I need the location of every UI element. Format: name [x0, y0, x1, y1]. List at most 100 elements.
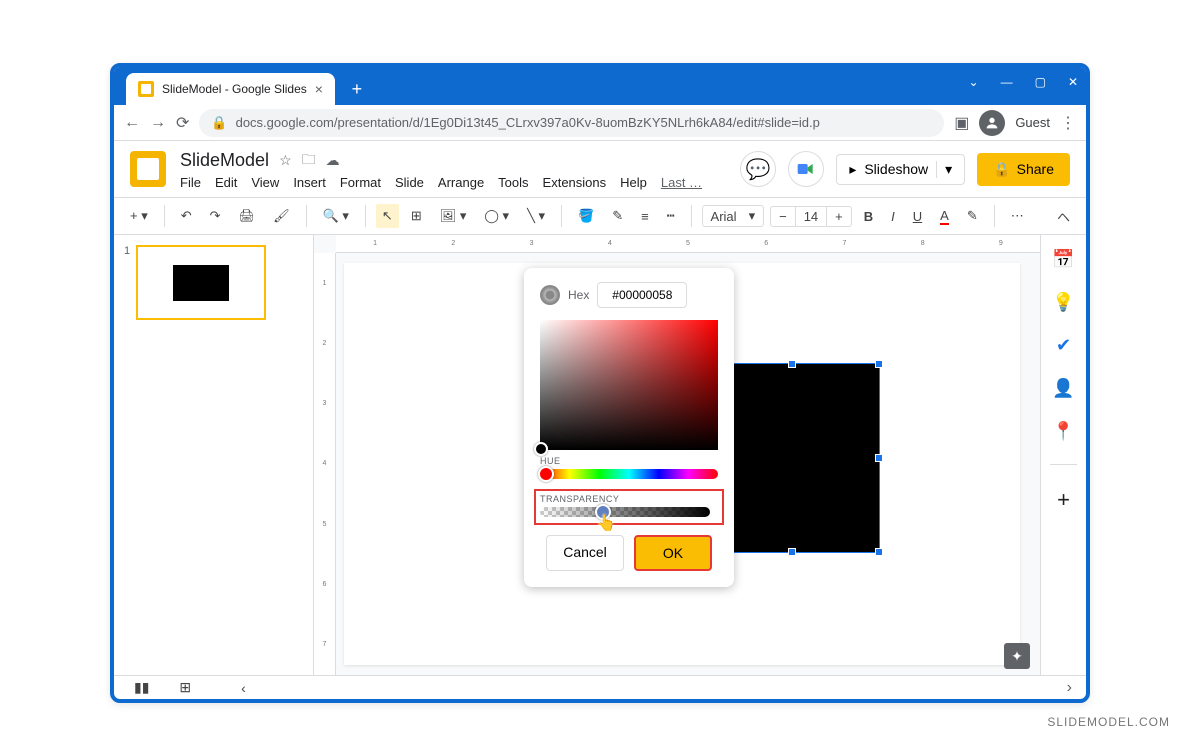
- print-button[interactable]: 🖨: [233, 204, 262, 228]
- select-tool[interactable]: ↖: [376, 204, 399, 228]
- border-color-button[interactable]: ✎: [606, 204, 629, 228]
- menu-arrange[interactable]: Arrange: [438, 175, 484, 190]
- guest-label: Guest: [1015, 115, 1050, 130]
- border-weight-button[interactable]: ≡: [635, 205, 655, 228]
- collapse-panel-icon[interactable]: ‹: [241, 680, 246, 696]
- browser-window: SlideModel - Google Slides × + ⌄ — ▢ ✕ ←…: [110, 63, 1090, 703]
- maps-icon[interactable]: 📍: [1052, 421, 1074, 442]
- ruler-vertical: 1234567: [314, 253, 336, 675]
- increase-font[interactable]: +: [827, 207, 851, 226]
- hue-slider[interactable]: [540, 469, 718, 479]
- text-color-button[interactable]: A: [934, 204, 955, 229]
- play-icon: ▸: [849, 161, 856, 178]
- show-side-panel-icon[interactable]: ›: [1067, 679, 1072, 696]
- transparency-slider[interactable]: 👆: [540, 507, 710, 517]
- hex-input[interactable]: [597, 282, 687, 308]
- star-icon[interactable]: ☆: [279, 152, 292, 169]
- move-icon[interactable]: 🗀: [302, 149, 316, 173]
- close-tab-icon[interactable]: ×: [315, 81, 323, 97]
- bold-button[interactable]: B: [858, 205, 879, 228]
- keep-icon[interactable]: 💡: [1052, 292, 1074, 313]
- window-controls: ⌄ — ▢ ✕: [969, 75, 1078, 89]
- chevron-down-icon[interactable]: ▾: [936, 161, 952, 178]
- more-toolbar-button[interactable]: ⋯: [1005, 204, 1030, 228]
- italic-button[interactable]: I: [885, 205, 901, 228]
- minimize-icon[interactable]: —: [1001, 75, 1013, 89]
- close-window-icon[interactable]: ✕: [1068, 75, 1078, 89]
- slide-panel[interactable]: 1: [114, 235, 314, 675]
- back-icon[interactable]: ←: [124, 114, 140, 132]
- undo-button[interactable]: ↶: [175, 204, 198, 228]
- watermark: SLIDEMODEL.COM: [1047, 715, 1170, 729]
- last-edit-label[interactable]: Last …: [661, 175, 702, 190]
- doc-title[interactable]: SlideModel: [180, 150, 269, 171]
- saturation-cursor[interactable]: [534, 442, 548, 456]
- collapse-toolbar-button[interactable]: ヘ: [1051, 203, 1076, 230]
- menu-extensions[interactable]: Extensions: [543, 175, 607, 190]
- cloud-icon[interactable]: ☁: [326, 152, 340, 169]
- comments-icon[interactable]: 💬: [740, 151, 776, 187]
- new-tab-button[interactable]: +: [343, 75, 371, 103]
- tasks-icon[interactable]: ✔: [1056, 335, 1071, 356]
- eyedropper-icon[interactable]: [540, 285, 560, 305]
- profile-avatar[interactable]: [979, 110, 1005, 136]
- decrease-font[interactable]: −: [771, 207, 795, 226]
- transparency-label: TRANSPARENCY: [540, 494, 718, 504]
- menu-tools[interactable]: Tools: [498, 175, 528, 190]
- zoom-button[interactable]: 🔍 ▾: [317, 204, 355, 228]
- calendar-icon[interactable]: 📅: [1052, 249, 1074, 270]
- shape-tool[interactable]: ◯ ▾: [478, 204, 515, 228]
- menu-file[interactable]: File: [180, 175, 201, 190]
- share-button[interactable]: 🔒 Share: [977, 153, 1070, 186]
- menu-format[interactable]: Format: [340, 175, 381, 190]
- maximize-icon[interactable]: ▢: [1035, 75, 1046, 89]
- grid-view-icon[interactable]: ⊞: [179, 679, 191, 696]
- font-family-select[interactable]: Arial▾: [702, 205, 765, 227]
- redo-button[interactable]: ↷: [204, 204, 227, 228]
- image-tool[interactable]: 🖼 ▾: [434, 204, 473, 228]
- font-size[interactable]: 14: [795, 207, 827, 226]
- menu-insert[interactable]: Insert: [293, 175, 326, 190]
- new-slide-button[interactable]: + ▾: [124, 204, 154, 228]
- line-tool[interactable]: ╲ ▾: [521, 204, 551, 228]
- menu-slide[interactable]: Slide: [395, 175, 424, 190]
- meet-button[interactable]: [788, 151, 824, 187]
- hue-thumb[interactable]: [538, 466, 554, 482]
- highlight-button[interactable]: ✎: [961, 204, 984, 228]
- menu-edit[interactable]: Edit: [215, 175, 237, 190]
- color-picker-dialog: Hex HUE TRANSPARENCY 👆: [524, 268, 734, 587]
- textbox-tool[interactable]: ⊞: [405, 204, 428, 228]
- explore-button[interactable]: ✦: [1004, 643, 1030, 669]
- slide-number: 1: [124, 245, 130, 320]
- menu-bar: File Edit View Insert Format Slide Arran…: [180, 175, 702, 190]
- panel-icon[interactable]: ▣: [954, 113, 969, 133]
- forward-icon[interactable]: →: [150, 114, 166, 132]
- underline-button[interactable]: U: [907, 205, 928, 228]
- share-label: Share: [1017, 161, 1054, 177]
- filmstrip-view-icon[interactable]: ▮▮: [134, 679, 149, 696]
- cancel-button[interactable]: Cancel: [546, 535, 624, 571]
- slides-logo[interactable]: [130, 151, 166, 187]
- add-addon-icon[interactable]: +: [1057, 487, 1070, 513]
- saturation-field[interactable]: [540, 320, 718, 450]
- menu-help[interactable]: Help: [620, 175, 647, 190]
- transparency-thumb[interactable]: [595, 504, 611, 520]
- slide-canvas[interactable]: Hex HUE TRANSPARENCY 👆: [344, 263, 1020, 665]
- titlebar: SlideModel - Google Slides × + ⌄ — ▢ ✕: [114, 67, 1086, 105]
- more-icon[interactable]: ⋮: [1060, 113, 1076, 133]
- browser-tab[interactable]: SlideModel - Google Slides ×: [126, 73, 335, 105]
- slide-thumbnail[interactable]: 1: [124, 245, 303, 320]
- menu-view[interactable]: View: [251, 175, 279, 190]
- ok-button[interactable]: OK: [634, 535, 712, 571]
- contacts-icon[interactable]: 👤: [1052, 378, 1074, 399]
- border-dash-button[interactable]: ┅: [661, 204, 681, 228]
- canvas-area: 123456789 1234567 Hex: [314, 235, 1040, 675]
- url-field[interactable]: 🔒 docs.google.com/presentation/d/1Eg0Di1…: [199, 109, 944, 137]
- paint-format-button[interactable]: 🖌: [267, 204, 296, 228]
- font-size-control[interactable]: − 14 +: [770, 206, 852, 227]
- font-name: Arial: [711, 209, 737, 224]
- slideshow-button[interactable]: ▸ Slideshow ▾: [836, 154, 965, 185]
- fill-color-button[interactable]: 🪣: [572, 204, 600, 228]
- chevron-down-icon[interactable]: ⌄: [969, 75, 979, 89]
- reload-icon[interactable]: ⟳: [176, 113, 189, 133]
